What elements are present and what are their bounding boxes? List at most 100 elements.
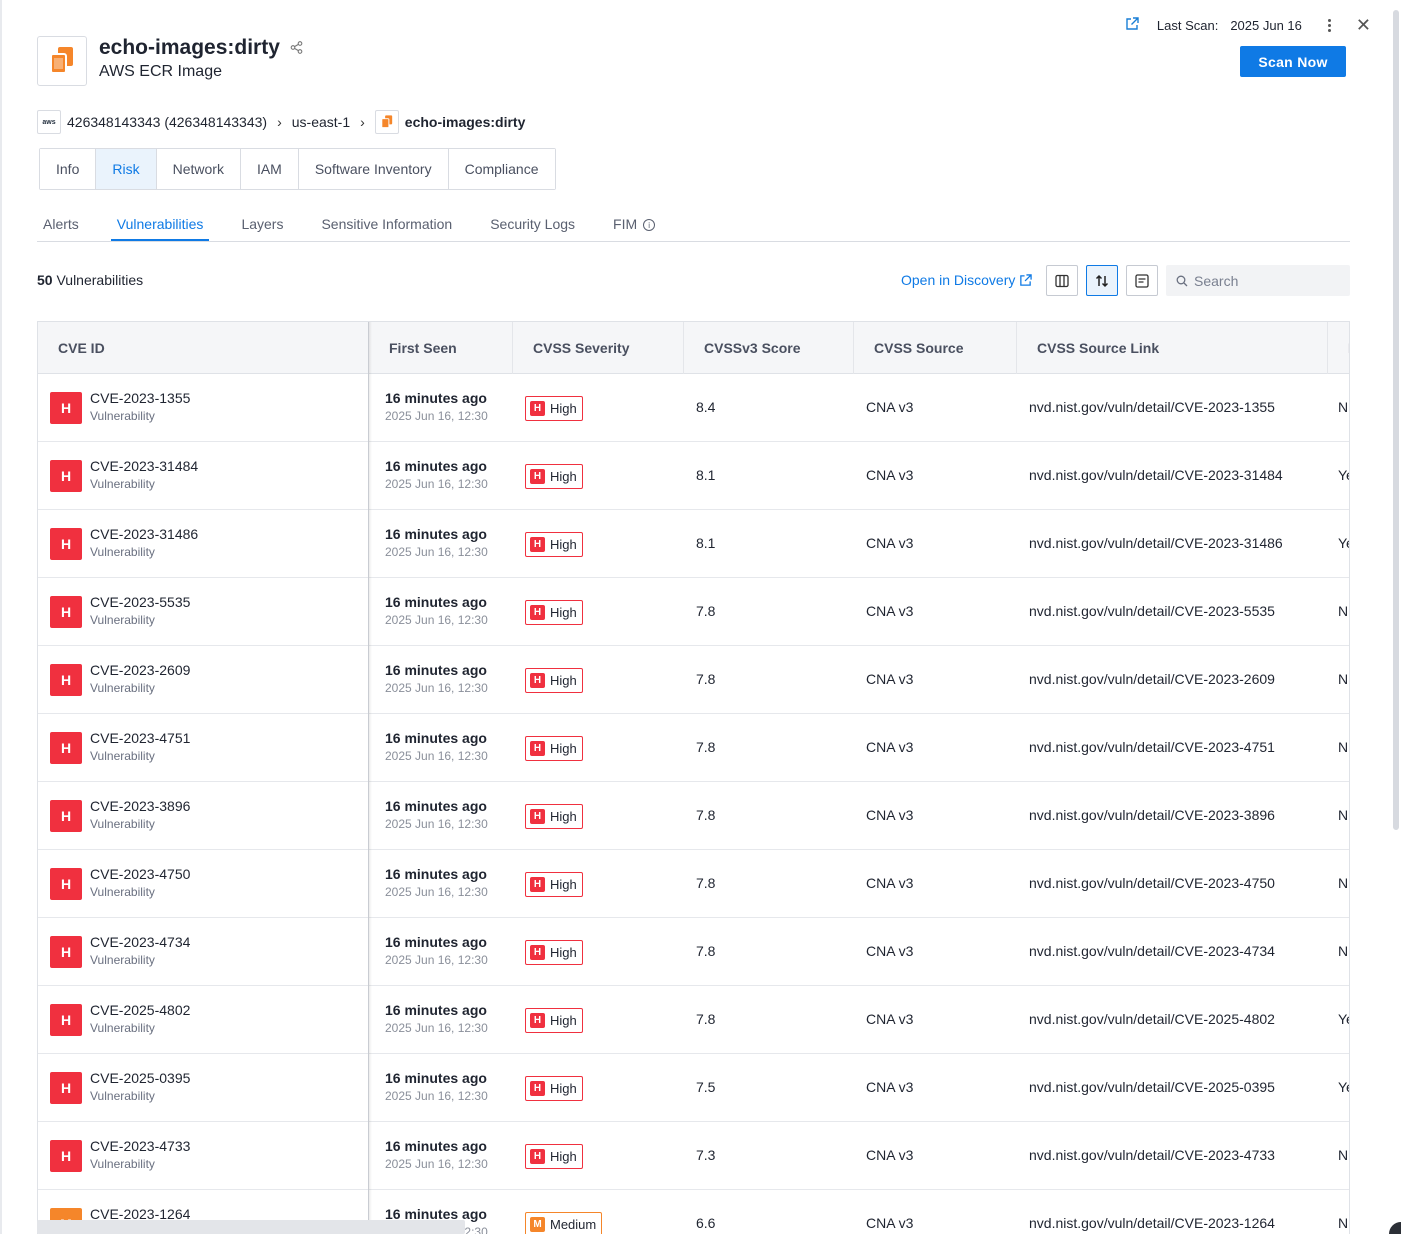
severity-badge: H [50,392,82,424]
breadcrumb-account[interactable]: 426348143343 (426348143343) [67,114,267,130]
cve-id[interactable]: CVE-2023-4734 [90,934,190,950]
first-seen-relative: 16 minutes ago [385,662,487,678]
scan-now-button[interactable]: Scan Now [1240,46,1346,77]
table-row[interactable]: H CVE-2023-1355 Vulnerability 16 minutes ag… [38,374,1349,442]
frozen-column-divider [368,322,369,1234]
cvss-source: CNA v3 [866,671,914,687]
cvss-source-link[interactable]: nvd.nist.gov/vuln/detail/CVE-2023-31486 [1029,535,1283,551]
table-row[interactable]: H CVE-2023-4751 Vulnerability 16 minutes ag… [38,714,1349,782]
tab-software-inventory[interactable]: Software Inventory [298,149,449,189]
cve-id[interactable]: CVE-2023-4751 [90,730,190,746]
subtab-security-logs[interactable]: Security Logs [484,212,581,241]
col-first-seen[interactable]: First Seen [369,322,513,374]
severity-pill-icon: H [530,741,545,756]
share-icon[interactable] [290,41,304,55]
col-cvssv3-score[interactable]: CVSSv3 Score [684,322,854,374]
horizontal-scrollbar[interactable] [37,1220,465,1234]
first-seen-relative: 16 minutes ago [385,798,487,814]
col-cve-id[interactable]: CVE ID [38,322,369,374]
cvss-source-link[interactable]: nvd.nist.gov/vuln/detail/CVE-2025-0395 [1029,1079,1275,1095]
severity-pill: H High [525,1008,583,1033]
cve-id[interactable]: CVE-2023-5535 [90,594,190,610]
severity-pill: H High [525,736,583,761]
cvss-source: CNA v3 [866,739,914,755]
severity-badge: H [50,460,82,492]
cvss-source-link[interactable]: nvd.nist.gov/vuln/detail/CVE-2023-4750 [1029,875,1275,891]
external-link-icon[interactable] [1125,17,1141,33]
cvss-source-link[interactable]: nvd.nist.gov/vuln/detail/CVE-2023-4734 [1029,943,1275,959]
extra-column-value: N [1338,671,1349,687]
table-row[interactable]: H CVE-2023-5535 Vulnerability 16 minutes ag… [38,578,1349,646]
tab-info[interactable]: Info [40,149,97,189]
cvss-source-link[interactable]: nvd.nist.gov/vuln/detail/CVE-2023-3896 [1029,807,1275,823]
extra-column-value: N [1338,807,1349,823]
table-row[interactable]: H CVE-2025-4802 Vulnerability 16 minutes ag… [38,986,1349,1054]
cvss-source-link[interactable]: nvd.nist.gov/vuln/detail/CVE-2023-1264 [1029,1215,1275,1231]
cve-id[interactable]: CVE-2023-31484 [90,458,198,474]
tab-risk[interactable]: Risk [96,149,157,189]
first-seen-relative: 16 minutes ago [385,1002,487,1018]
cve-id[interactable]: CVE-2023-3896 [90,798,190,814]
open-in-discovery-link[interactable]: Open in Discovery [901,272,1033,288]
close-icon[interactable]: ✕ [1356,16,1371,34]
subtab-vulnerabilities[interactable]: Vulnerabilities [110,212,210,241]
cve-id[interactable]: CVE-2025-0395 [90,1070,190,1086]
table-row[interactable]: H CVE-2023-4734 Vulnerability 16 minutes ag… [38,918,1349,986]
table-row[interactable]: H CVE-2023-4750 Vulnerability 16 minutes ag… [38,850,1349,918]
cvss-source-link[interactable]: nvd.nist.gov/vuln/detail/CVE-2023-1355 [1029,399,1275,415]
cvss-source-link[interactable]: nvd.nist.gov/vuln/detail/CVE-2023-31484 [1029,467,1283,483]
table-row[interactable]: H CVE-2023-3896 Vulnerability 16 minutes ag… [38,782,1349,850]
filter-panel-button[interactable] [1126,265,1158,296]
severity-pill-icon: H [530,877,545,892]
severity-label: High [550,469,577,484]
cve-id[interactable]: CVE-2023-4750 [90,866,190,882]
tab-compliance[interactable]: Compliance [448,149,555,189]
col-extra[interactable]: E [1328,322,1349,374]
page-scrollbar[interactable] [1393,10,1399,830]
extra-column-value: Ye [1338,1079,1349,1095]
severity-pill-icon: H [530,469,545,484]
table-row[interactable]: H CVE-2023-31486 Vulnerability 16 minutes a… [38,510,1349,578]
breadcrumb-region[interactable]: us-east-1 [292,114,350,130]
cve-type: Vulnerability [90,477,155,491]
cvss-source-link[interactable]: nvd.nist.gov/vuln/detail/CVE-2023-2609 [1029,671,1275,687]
chevron-right-icon: › [360,114,365,130]
info-icon[interactable]: i [643,219,656,231]
cve-id[interactable]: CVE-2025-4802 [90,1002,190,1018]
table-row[interactable]: H CVE-2023-4733 Vulnerability 16 minutes ag… [38,1122,1349,1190]
search-input[interactable] [1194,272,1344,289]
subtab-layers[interactable]: Layers [235,212,289,241]
table-row[interactable]: H CVE-2025-0395 Vulnerability 16 minutes ag… [38,1054,1349,1122]
col-cvss-source-link[interactable]: CVSS Source Link [1017,322,1328,374]
table-row[interactable]: H CVE-2023-2609 Vulnerability 16 minutes ag… [38,646,1349,714]
severity-pill-icon: H [530,1081,545,1096]
subtab-label: Sensitive Information [321,216,453,232]
more-options-icon[interactable] [1322,18,1338,32]
cvss-source-link[interactable]: nvd.nist.gov/vuln/detail/CVE-2023-4733 [1029,1147,1275,1163]
cvss-source-link[interactable]: nvd.nist.gov/vuln/detail/CVE-2025-4802 [1029,1011,1275,1027]
severity-badge: H [50,1004,82,1036]
subtab-fim[interactable]: FIM i [607,212,661,241]
tab-network[interactable]: Network [156,149,241,189]
cve-id[interactable]: CVE-2023-2609 [90,662,190,678]
subtab-alerts[interactable]: Alerts [37,212,85,241]
cve-id[interactable]: CVE-2023-1355 [90,390,190,406]
col-cvss-severity[interactable]: CVSS Severity [513,322,684,374]
severity-pill-icon: H [530,537,545,552]
cve-id[interactable]: CVE-2023-31486 [90,526,198,542]
cve-type: Vulnerability [90,1157,155,1171]
tab-iam[interactable]: IAM [240,149,299,189]
columns-button[interactable] [1046,265,1078,296]
ecr-image-icon [37,36,87,86]
cvss-score: 7.8 [696,807,716,823]
table-row[interactable]: H CVE-2023-31484 Vulnerability 16 minutes a… [38,442,1349,510]
asset-title-row: echo-images:dirty [99,36,304,60]
cve-id[interactable]: CVE-2023-4733 [90,1138,190,1154]
cvss-source-link[interactable]: nvd.nist.gov/vuln/detail/CVE-2023-5535 [1029,603,1275,619]
page-title: echo-images:dirty [99,36,280,59]
sort-button[interactable] [1086,265,1118,296]
subtab-sensitive-information[interactable]: Sensitive Information [315,212,458,241]
first-seen-absolute: 2025 Jun 16, 12:30 [385,953,488,967]
cvss-source-link[interactable]: nvd.nist.gov/vuln/detail/CVE-2023-4751 [1029,739,1275,755]
col-cvss-source[interactable]: CVSS Source [854,322,1017,374]
